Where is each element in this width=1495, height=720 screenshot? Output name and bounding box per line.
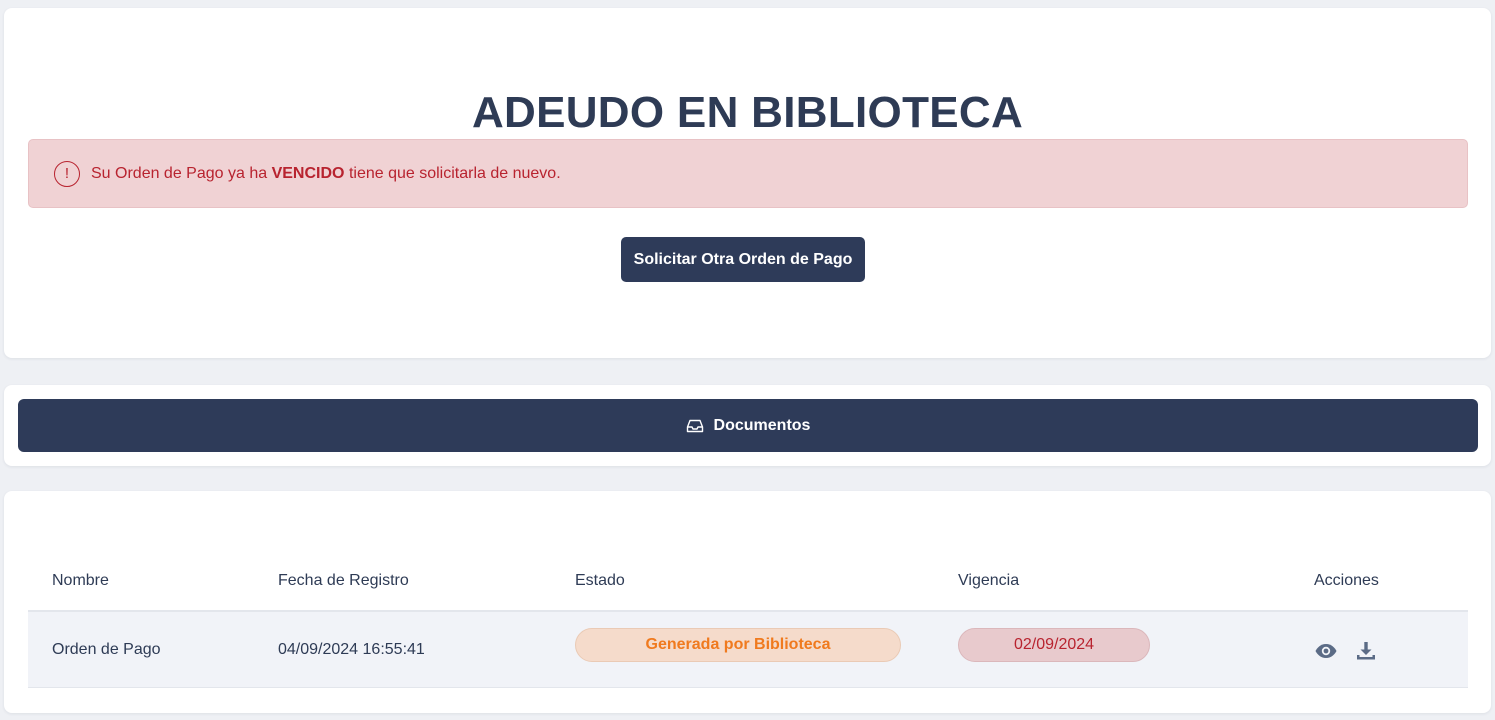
header-vigencia: Vigencia xyxy=(958,571,1020,589)
row-validity-cell: 02/09/2024 xyxy=(958,612,1150,687)
header-nombre: Nombre xyxy=(52,571,109,589)
documents-label: Documentos xyxy=(713,416,811,434)
status-badge: Generada por Biblioteca xyxy=(575,627,901,662)
alert-text: Su Orden de Pago ya ha VENCIDO tiene que… xyxy=(91,165,561,183)
documents-toggle[interactable]: Documentos xyxy=(18,399,1478,452)
order-card: ADEUDO EN BIBLIOTECA ! Su Orden de Pago … xyxy=(4,8,1491,358)
table-row: Orden de Pago 04/09/2024 16:55:41 Genera… xyxy=(28,612,1468,688)
inbox-icon xyxy=(686,419,703,432)
page-title: ADEUDO EN BIBLIOTECA xyxy=(471,88,1024,137)
table-header: Nombre Fecha de Registro Estado Vigencia… xyxy=(28,551,1468,612)
documents-table: Nombre Fecha de Registro Estado Vigencia… xyxy=(28,551,1468,688)
row-name: Orden de Pago xyxy=(52,640,161,658)
expired-alert: ! Su Orden de Pago ya ha VENCIDO tiene q… xyxy=(28,139,1468,208)
download-icon[interactable] xyxy=(1354,639,1378,663)
header-fecha-registro: Fecha de Registro xyxy=(278,571,409,589)
validity-badge: 02/09/2024 xyxy=(958,627,1150,662)
row-actions xyxy=(1314,612,1378,687)
documents-card: Documentos xyxy=(4,385,1491,466)
row-status-cell: Generada por Biblioteca xyxy=(575,612,901,687)
header-acciones: Acciones xyxy=(1314,571,1379,589)
header-estado: Estado xyxy=(575,571,625,589)
exclamation-circle-icon: ! xyxy=(54,160,80,187)
eye-icon[interactable] xyxy=(1314,639,1338,663)
row-date: 04/09/2024 16:55:41 xyxy=(278,640,425,658)
alert-text-after: tiene que solicitarla de nuevo. xyxy=(348,164,561,182)
alert-text-bold: VENCIDO xyxy=(271,164,345,182)
documents-table-card: Nombre Fecha de Registro Estado Vigencia… xyxy=(4,491,1491,713)
request-new-order-button[interactable]: Solicitar Otra Orden de Pago xyxy=(621,237,865,282)
alert-text-before: Su Orden de Pago ya ha xyxy=(91,164,268,182)
